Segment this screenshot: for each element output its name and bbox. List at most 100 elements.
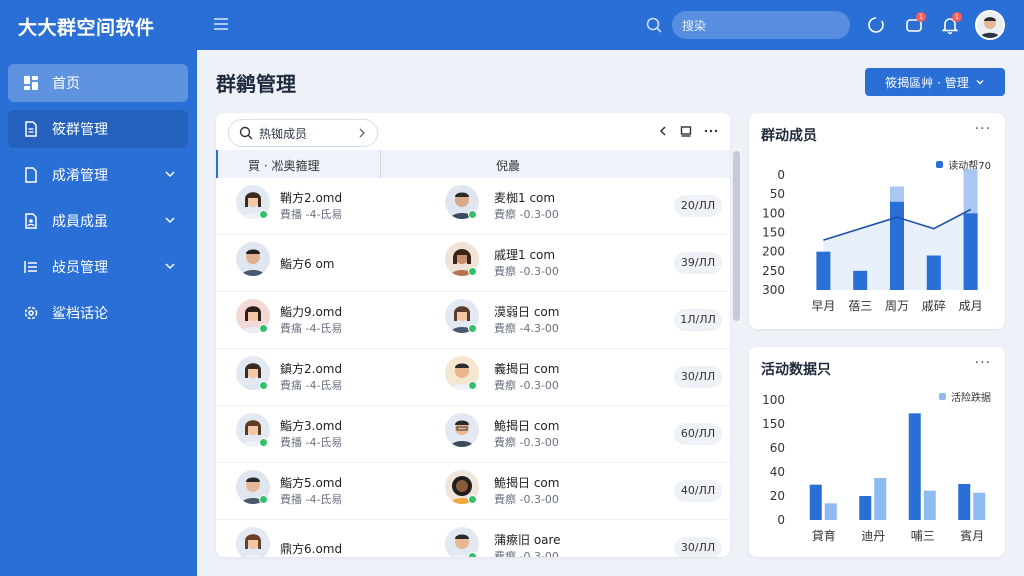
sidebar-item-member-stats[interactable]: 成員成虽 <box>8 202 188 240</box>
table-row[interactable]: 鞘方2.omd 費播 -4-氐易 麦椥1 com 費瘵 -0.3-00 20/Л… <box>216 178 730 235</box>
user-avatar[interactable] <box>975 10 1005 40</box>
table-row[interactable]: 鎮方2.omd 費痛 -4-氐易 義揭日 com 費瘵 -0.3-00 30/Л… <box>216 349 730 406</box>
member-name: 鼎方6.omd <box>280 542 343 556</box>
online-indicator <box>259 381 268 390</box>
y-tick-label: 100 <box>762 206 785 220</box>
chart-activity-data: 100 150 60 40 20 0 貸育 迪丹 哺三 賓月 <box>762 393 986 543</box>
manage-dropdown-button[interactable]: 筱揭區艸 · 管理 <box>865 68 1005 96</box>
member-count-pill[interactable]: 39/ЛЛ <box>674 252 722 274</box>
chart-card-activity-data: 活动数据只 ··· 活险跌据 100 150 60 40 20 0 貸育 迪丹 哺三 賓月 <box>749 347 1005 557</box>
bar <box>973 492 986 520</box>
online-indicator <box>468 552 477 557</box>
refresh-icon[interactable] <box>866 15 886 35</box>
x-tick-label: 哺三 <box>911 529 935 543</box>
member-sub: 費痛 -4-氐易 <box>280 322 343 335</box>
page-title: 群鹟管理 <box>216 72 296 96</box>
member-name: 鮨方3.omd <box>280 419 343 433</box>
chart-card-active-members: 群动成员 ··· 读动帮70 300 250 200 150 100 50 0 早月 蓓三 周万戚… <box>749 113 1005 329</box>
header-col-name[interactable]: 買 · 凇奥箍理 <box>248 157 319 174</box>
x-tick-label: 貸育 <box>812 528 836 543</box>
sidebar: 大大群空间软件 首页 筱群管理 成淆管理 成員成虽 敁员管理 鲨档话论 <box>0 0 197 576</box>
mail-button[interactable]: 1 <box>904 12 926 35</box>
member-name: 鮨力9.omd <box>280 305 343 319</box>
more-icon[interactable] <box>704 125 718 137</box>
table-row[interactable]: 鮨力9.omd 費痛 -4-氐易 漠弱日 com 費瘵 -4.3-00 1Л/Л… <box>216 292 730 349</box>
document-icon <box>22 120 40 138</box>
chevron-down-icon <box>165 171 175 178</box>
member-sub: 費播 -4-氐易 <box>280 493 343 506</box>
y-tick-label: 50 <box>770 187 785 201</box>
member-avatar <box>236 242 270 276</box>
x-tick-label: 早月 <box>811 299 835 313</box>
member-count-pill[interactable]: 60/ЛЛ <box>674 423 722 445</box>
search-input[interactable]: 搜染 <box>672 11 850 39</box>
member-meta: 費瘵 -0.3-00 <box>494 208 559 221</box>
member-name: 鮨方5.omd <box>280 476 343 490</box>
member-count-pill[interactable]: 30/ЛЛ <box>674 537 722 557</box>
sidebar-nav: 首页 筱群管理 成淆管理 成員成虽 敁员管理 鲨档话论 <box>8 64 188 340</box>
member-sub: 費播 -4-氐易 <box>280 436 343 449</box>
sidebar-item-staff-manage[interactable]: 敁员管理 <box>8 248 188 286</box>
list-toolbar <box>658 125 718 137</box>
member-count-pill[interactable]: 30/ЛЛ <box>674 366 722 388</box>
member-meta: 費瘵 -0.3-00 <box>494 493 559 506</box>
sidebar-item-group-manage[interactable]: 筱群管理 <box>8 110 188 148</box>
member-avatar <box>445 413 479 447</box>
header-divider <box>380 150 381 178</box>
file-user-icon <box>22 212 40 230</box>
grid-icon[interactable] <box>680 125 692 137</box>
header-col-info[interactable]: 倪曟 <box>496 157 520 174</box>
sidebar-item-label: 筱群管理 <box>52 122 108 138</box>
sidebar-item-label: 首页 <box>52 76 80 92</box>
table-row[interactable]: 鮨方6 om 戚理1 com 費瘵 -0.3-00 39/ЛЛ <box>216 235 730 292</box>
table-row[interactable]: 鮨方3.omd 費播 -4-氐易 鮠揭日 com 費瘵 -0.3-00 60/Л… <box>216 406 730 463</box>
member-count-pill[interactable]: 40/ЛЛ <box>674 480 722 502</box>
list-scrollbar[interactable] <box>733 151 740 321</box>
bar <box>908 413 921 520</box>
x-tick-label: 戚碎 <box>922 298 946 313</box>
bar <box>923 490 936 520</box>
member-email: 漠弱日 com <box>494 305 560 319</box>
member-meta: 費瘵 -0.3-00 <box>494 379 559 392</box>
bar <box>824 503 837 520</box>
chevron-right-icon <box>359 128 365 138</box>
member-count-pill[interactable]: 20/ЛЛ <box>674 195 722 217</box>
chevron-left-icon[interactable] <box>658 125 668 137</box>
bar <box>926 255 941 290</box>
y-tick-label: 300 <box>762 283 785 297</box>
sidebar-item-label: 敁员管理 <box>52 260 108 276</box>
bar <box>890 201 904 290</box>
menu-icon[interactable] <box>213 17 229 31</box>
search-icon[interactable] <box>645 16 663 34</box>
sidebar-item-label: 成員成虽 <box>52 214 108 230</box>
bar <box>958 484 971 520</box>
sidebar-item-content-manage[interactable]: 成淆管理 <box>8 156 188 194</box>
chevron-down-icon <box>165 263 175 270</box>
member-meta: 費瘵 -0.3-00 <box>494 550 559 557</box>
bell-badge: 1 <box>952 12 962 22</box>
y-tick-label: 40 <box>770 465 785 479</box>
y-tick-label: 20 <box>770 489 785 503</box>
member-count-pill[interactable]: 1Л/ЛЛ <box>674 309 722 331</box>
online-indicator <box>259 210 268 219</box>
online-indicator <box>468 324 477 333</box>
member-email: 鮠揭日 com <box>494 419 560 433</box>
y-tick-label: 0 <box>777 168 785 182</box>
member-search-input[interactable]: 热铷成员 <box>228 119 378 147</box>
sidebar-item-home[interactable]: 首页 <box>8 64 188 102</box>
member-rows: 鞘方2.omd 費播 -4-氐易 麦椥1 com 費瘵 -0.3-00 20/Л… <box>216 178 730 557</box>
table-row[interactable]: 鼎方6.omd 蒲瘵旧 oare 費瘵 -0.3-00 30/ЛЛ <box>216 520 730 557</box>
bar <box>809 484 822 520</box>
y-tick-label: 60 <box>770 441 785 455</box>
member-search-label: 热铷成员 <box>259 126 308 141</box>
top-bar: 搜染 1 1 <box>197 0 1024 50</box>
x-tick-label: 迪丹 <box>861 529 885 543</box>
x-tick-label: 蓓三 <box>848 299 872 313</box>
chevron-down-icon <box>165 217 175 224</box>
table-row[interactable]: 鮨方5.omd 費播 -4-氐易 鮠揭日 com 費瘵 -0.3-00 40/Л… <box>216 463 730 520</box>
online-indicator <box>259 324 268 333</box>
dashboard-icon <box>22 74 40 92</box>
notification-button[interactable]: 1 <box>940 12 962 35</box>
sidebar-item-settings[interactable]: 鲨档话论 <box>8 294 188 332</box>
member-list-card: 热铷成员 買 · 凇奥箍理 倪曟 鞘方2.omd 費播 -4-氐易 麦椥1 co… <box>216 113 730 557</box>
